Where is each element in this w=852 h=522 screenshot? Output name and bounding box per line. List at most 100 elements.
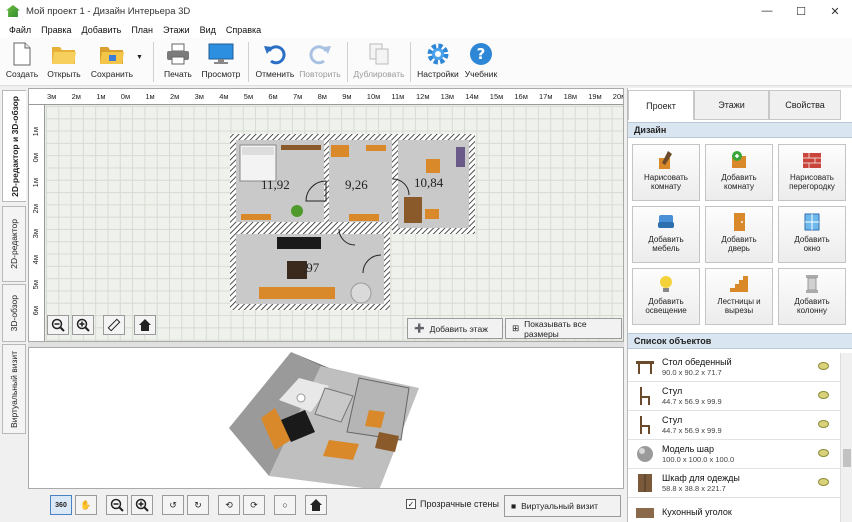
pan-hand-button[interactable]: ✋ bbox=[75, 495, 97, 515]
stairs-cutouts-button[interactable]: Лестницы и вырезы bbox=[705, 268, 773, 325]
sofa[interactable] bbox=[259, 287, 335, 299]
tv-stand[interactable] bbox=[277, 237, 321, 249]
visibility-eye-icon[interactable] bbox=[818, 478, 829, 486]
rotate-360-button[interactable]: 360 bbox=[50, 495, 72, 515]
preview-button[interactable]: Просмотр bbox=[198, 38, 244, 86]
virtual-visit-button[interactable]: ■ Виртуальный визит bbox=[504, 495, 621, 517]
view-3d[interactable] bbox=[28, 347, 624, 489]
kitchen-corner-icon bbox=[634, 501, 656, 522]
menu-edit[interactable]: Правка bbox=[36, 25, 76, 35]
visibility-eye-icon[interactable] bbox=[818, 391, 829, 399]
lighting-button[interactable]: ○ bbox=[274, 495, 296, 515]
list-item[interactable]: Модель шар 100.0 x 100.0 x 100.0 bbox=[628, 440, 852, 469]
zoom-in-3d-button[interactable] bbox=[131, 495, 153, 515]
zoom-out-button[interactable] bbox=[47, 315, 69, 335]
add-door-button[interactable]: Добавить дверь bbox=[705, 206, 773, 263]
tilt-down-button[interactable]: ⟳ bbox=[243, 495, 265, 515]
menu-add[interactable]: Добавить bbox=[77, 25, 127, 35]
menu-view[interactable]: Вид bbox=[195, 25, 221, 35]
duplicate-button[interactable]: Дублировать bbox=[352, 38, 406, 86]
table-icon bbox=[634, 356, 656, 378]
ruler-tool-button[interactable] bbox=[103, 315, 125, 335]
duplicate-icon bbox=[366, 42, 392, 66]
list-item[interactable]: Стол обеденный 90.0 x 90.2 x 71.7 bbox=[628, 353, 852, 382]
plan-tools bbox=[47, 315, 156, 335]
open-button[interactable]: Открыть bbox=[42, 38, 86, 86]
floor-plan-drawing[interactable]: 11,92 9,26 10,84 ,97 bbox=[29, 89, 624, 342]
save-button[interactable]: Сохранить bbox=[86, 38, 138, 86]
close-button[interactable]: ✕ bbox=[818, 0, 852, 22]
tab-floors[interactable]: Этажи bbox=[694, 90, 769, 120]
dimensions-grid-icon: ⊞ bbox=[512, 323, 520, 333]
zoom-out-3d-button[interactable] bbox=[106, 495, 128, 515]
window-title: Мой проект 1 - Дизайн Интерьера 3D bbox=[26, 5, 191, 17]
rotate-right-button[interactable]: ↻ bbox=[187, 495, 209, 515]
add-lighting-button[interactable]: Добавить освещение bbox=[632, 268, 700, 325]
sphere-icon bbox=[634, 443, 656, 465]
house-3d-model[interactable] bbox=[29, 348, 624, 489]
add-furniture-button[interactable]: Добавить мебель bbox=[632, 206, 700, 263]
plan-editor-2d[interactable]: 3м 2м 1м 0м 1м 2м 3м 4м 5м 6м 7м 8м 9м 10м 11м 12м 13м 14… bbox=[28, 88, 624, 342]
add-floor-button[interactable]: ➕ Добавить этаж bbox=[407, 318, 503, 339]
print-button[interactable]: Печать bbox=[158, 38, 198, 86]
room2-desk[interactable] bbox=[331, 145, 349, 157]
tab-2d-editor[interactable]: 2D-редактор bbox=[2, 206, 26, 282]
list-item[interactable]: Стул 44.7 x 56.9 x 99.9 bbox=[628, 411, 852, 440]
list-item[interactable]: Кухонный уголок bbox=[628, 498, 852, 522]
maximize-button[interactable]: ☐ bbox=[784, 0, 818, 22]
zoom-in-button[interactable] bbox=[72, 315, 94, 335]
plant[interactable] bbox=[291, 205, 303, 217]
kitchen-chair[interactable] bbox=[425, 209, 439, 219]
svg-text:?: ? bbox=[477, 45, 486, 63]
window-icon bbox=[801, 212, 823, 232]
home-3d-button[interactable] bbox=[305, 495, 327, 515]
menu-help[interactable]: Справка bbox=[221, 25, 266, 35]
list-item[interactable]: Стул 44.7 x 56.9 x 99.9 bbox=[628, 382, 852, 411]
draw-room-button[interactable]: Нарисовать комнату bbox=[632, 144, 700, 201]
room2-shelf[interactable] bbox=[366, 145, 386, 151]
rotate-left-icon: ↺ bbox=[169, 499, 177, 510]
save-dropdown-arrow-icon[interactable]: ▼ bbox=[136, 54, 143, 61]
minimize-button[interactable]: — bbox=[750, 0, 784, 22]
tab-virtual-visit[interactable]: Виртуальный визит bbox=[2, 344, 26, 434]
add-room-button[interactable]: Добавить комнату bbox=[705, 144, 773, 201]
scrollbar-thumb[interactable] bbox=[843, 449, 851, 467]
tab-3d-view[interactable]: 3D-обзор bbox=[2, 284, 26, 342]
show-all-dimensions-button[interactable]: ⊞ Показывать все размеры bbox=[505, 318, 622, 339]
settings-button[interactable]: Настройки bbox=[415, 38, 461, 86]
redo-button[interactable]: Повторить bbox=[297, 38, 343, 86]
tilt-up-button[interactable]: ⟲ bbox=[218, 495, 240, 515]
sphere-model[interactable] bbox=[350, 282, 372, 304]
room2-cabinet[interactable] bbox=[349, 214, 379, 221]
rotate-left-button[interactable]: ↺ bbox=[162, 495, 184, 515]
menu-plan[interactable]: План bbox=[126, 25, 158, 35]
transparent-walls-toggle[interactable]: ✓ Прозрачные стены bbox=[406, 499, 499, 509]
draw-partition-button[interactable]: Нарисовать перегородку bbox=[778, 144, 846, 201]
kitchen-cabinet[interactable] bbox=[456, 147, 465, 167]
add-window-button[interactable]: Добавить окно bbox=[778, 206, 846, 263]
tab-properties[interactable]: Свойства bbox=[769, 90, 841, 120]
tab-project[interactable]: Проект bbox=[628, 90, 694, 120]
menu-file[interactable]: Файл bbox=[4, 25, 36, 35]
add-column-button[interactable]: Добавить колонну bbox=[778, 268, 846, 325]
printer-icon bbox=[165, 42, 191, 66]
visibility-eye-icon[interactable] bbox=[818, 449, 829, 457]
home-view-button[interactable] bbox=[134, 315, 156, 335]
tab-2d-3d[interactable]: 2D-редактор и 3D-обзор bbox=[2, 90, 26, 202]
dining-table[interactable] bbox=[426, 159, 440, 173]
visibility-eye-icon[interactable] bbox=[818, 362, 829, 370]
tutorial-button[interactable]: ? Учебник bbox=[461, 38, 501, 86]
menu-floors[interactable]: Этажи bbox=[158, 25, 195, 35]
bedroom-shelf[interactable] bbox=[281, 145, 321, 150]
transparent-walls-checkbox[interactable]: ✓ bbox=[406, 499, 416, 509]
list-item[interactable]: Шкаф для одежды 58.8 x 38.8 x 221.7 bbox=[628, 469, 852, 498]
kitchen-corner[interactable] bbox=[404, 197, 422, 223]
main-toolbar: Создать Открыть Сохранить ▼ Печать Просм… bbox=[0, 38, 852, 86]
undo-button[interactable]: Отменить bbox=[253, 38, 297, 86]
bedroom-cabinet[interactable] bbox=[241, 214, 271, 220]
visibility-eye-icon[interactable] bbox=[818, 420, 829, 428]
objects-list-scrollbar[interactable] bbox=[840, 353, 852, 522]
room-2-area: 9,26 bbox=[345, 177, 368, 192]
objects-list-header: Список объектов bbox=[628, 333, 852, 349]
create-button[interactable]: Создать bbox=[2, 38, 42, 86]
